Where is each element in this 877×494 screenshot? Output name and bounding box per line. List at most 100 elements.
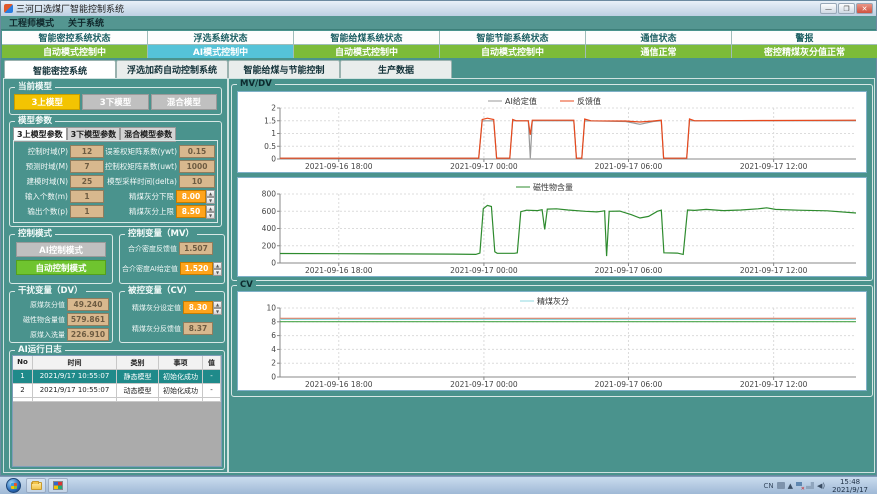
svg-text:2021-09-17 06:00: 2021-09-17 06:00 bbox=[595, 266, 663, 275]
window-title: 三河口选煤厂智能控制系统 bbox=[16, 2, 124, 15]
minimize-button[interactable]: — bbox=[820, 3, 837, 14]
close-button[interactable]: ✕ bbox=[856, 3, 873, 14]
param-P-field[interactable]: 12 bbox=[70, 145, 104, 158]
param-p-field[interactable]: 1 bbox=[70, 205, 104, 218]
menu-about-system[interactable]: 关于系统 bbox=[68, 16, 104, 29]
svg-text:2: 2 bbox=[271, 104, 276, 113]
action-center-flag-icon[interactable] bbox=[796, 482, 803, 490]
param-m-field[interactable]: 1 bbox=[70, 190, 104, 203]
log-row[interactable]: 12021/9/17 10:55:07 静态模型初始化成功 - bbox=[13, 370, 221, 384]
status-value: 自动模式控制中 bbox=[2, 45, 147, 58]
ash-setpoint-field[interactable]: 8.30 bbox=[183, 301, 213, 314]
svg-text:200: 200 bbox=[262, 241, 277, 250]
group-label: 控制模式 bbox=[15, 229, 55, 239]
svg-text:2021-09-17 00:00: 2021-09-17 00:00 bbox=[450, 380, 518, 389]
svg-text:0: 0 bbox=[271, 373, 276, 382]
app-squares-icon bbox=[53, 481, 63, 490]
svg-text:AI给定值: AI给定值 bbox=[505, 96, 537, 106]
svg-text:0: 0 bbox=[271, 259, 276, 268]
cv-row: 精煤灰分反馈值 8.37 bbox=[122, 322, 222, 335]
status-header: 智能密控系统状态 bbox=[2, 31, 147, 44]
svg-text:0: 0 bbox=[271, 155, 276, 164]
param-N-field[interactable]: 25 bbox=[70, 175, 104, 188]
log-header-row: No时间 类别事项 值 bbox=[13, 356, 221, 370]
svg-text:精煤灰分: 精煤灰分 bbox=[537, 296, 569, 306]
system-tray: CN ▲ ◀) 15:48 2021/9/17 bbox=[763, 478, 875, 494]
svg-text:0.5: 0.5 bbox=[264, 142, 276, 151]
svg-text:2021-09-17 00:00: 2021-09-17 00:00 bbox=[450, 162, 518, 171]
clock[interactable]: 15:48 2021/9/17 bbox=[828, 478, 872, 494]
taskbar: CN ▲ ◀) 15:48 2021/9/17 bbox=[0, 476, 877, 494]
density-ai-setpoint-stepper[interactable]: ▲▼ bbox=[213, 262, 222, 275]
auto-control-mode-button[interactable]: 自动控制模式 bbox=[16, 260, 106, 275]
group-label: CV bbox=[237, 280, 256, 290]
keyboard-icon[interactable] bbox=[777, 482, 785, 489]
group-label: 干扰变量（DV） bbox=[15, 286, 86, 296]
mv-row: 合介密度AI给定值 1.520 ▲▼ bbox=[122, 262, 222, 275]
param-delta-field[interactable]: 10 bbox=[179, 175, 215, 188]
model-3up-button[interactable]: 3上模型 bbox=[14, 94, 80, 110]
param-row: 输出个数(p) 1 精煤灰分上限 8.50 ▲▼ bbox=[16, 205, 215, 219]
status-value: 通信正常 bbox=[586, 45, 731, 58]
svg-text:400: 400 bbox=[262, 224, 277, 233]
model-3down-button[interactable]: 3下模型 bbox=[82, 94, 148, 110]
start-button[interactable] bbox=[6, 478, 21, 493]
svg-text:2021-09-16 18:00: 2021-09-16 18:00 bbox=[305, 162, 373, 171]
group-label: 被控变量（CV） bbox=[125, 286, 195, 296]
param-M-field[interactable]: 7 bbox=[70, 160, 104, 173]
svg-text:2021-09-17 12:00: 2021-09-17 12:00 bbox=[740, 380, 808, 389]
svg-text:8: 8 bbox=[271, 317, 276, 326]
status-header: 智能给煤系统状态 bbox=[294, 31, 439, 44]
density-ai-setpoint-field[interactable]: 1.520 bbox=[180, 262, 213, 275]
volume-icon[interactable]: ◀) bbox=[817, 482, 825, 490]
density-feedback-field: 1.507 bbox=[179, 242, 213, 255]
menu-engineer-mode[interactable]: 工程师模式 bbox=[9, 16, 54, 29]
group-label: MV/DV bbox=[237, 79, 275, 89]
ai-log-group: AI运行日志 No时间 类别事项 值 12021/9/17 10:55:07 静… bbox=[9, 350, 225, 470]
tray-expand-icon[interactable]: ▲ bbox=[788, 482, 793, 490]
group-label: 当前模型 bbox=[15, 82, 55, 92]
clock-time: 15:48 bbox=[832, 478, 868, 486]
language-indicator[interactable]: CN bbox=[763, 482, 773, 490]
svg-text:1.5: 1.5 bbox=[264, 116, 276, 125]
tab-flotation-dosing[interactable]: 浮选加药自动控制系统 bbox=[116, 60, 228, 78]
app-window: 三河口选煤厂智能控制系统 — ❐ ✕ 工程师模式 关于系统 智能密控系统状态 浮… bbox=[0, 0, 877, 476]
log-row[interactable]: 22021/9/17 10:55:07 动态模型初始化成功 - bbox=[13, 384, 221, 398]
network-icon[interactable] bbox=[806, 482, 814, 489]
svg-text:4: 4 bbox=[271, 345, 276, 354]
magnetic-content-chart: 02004006008002021-09-16 18:002021-09-17 … bbox=[237, 177, 867, 277]
ash-setpoint-stepper[interactable]: ▲▼ bbox=[213, 301, 222, 314]
param-ywt-field[interactable]: 0.15 bbox=[179, 145, 215, 158]
title-bar[interactable]: 三河口选煤厂智能控制系统 — ❐ ✕ bbox=[1, 1, 876, 16]
svg-text:2021-09-17 06:00: 2021-09-17 06:00 bbox=[595, 380, 663, 389]
tab-coal-feed-energy[interactable]: 智能给煤与节能控制 bbox=[228, 60, 340, 78]
tab-production-data[interactable]: 生产数据 bbox=[340, 60, 452, 78]
param-uwt-field[interactable]: 1000 bbox=[179, 160, 215, 173]
maximize-button[interactable]: ❐ bbox=[838, 3, 855, 14]
ash-lower-limit-stepper[interactable]: ▲▼ bbox=[206, 190, 215, 203]
dv-group: 干扰变量（DV） 原煤灰分值 49.240 磁性物含量值 579.861 原煤入… bbox=[9, 291, 113, 343]
mv-row: 合介密度反馈值 1.507 bbox=[122, 242, 222, 255]
svg-text:6: 6 bbox=[271, 331, 276, 340]
svg-text:600: 600 bbox=[262, 207, 277, 216]
current-model-group: 当前模型 3上模型 3下模型 混合模型 bbox=[9, 87, 222, 115]
explorer-taskbar-icon[interactable] bbox=[26, 478, 46, 493]
ai-control-mode-button[interactable]: AI控制模式 bbox=[16, 242, 106, 257]
ash-trend-chart: 02468102021-09-16 18:002021-09-17 00:002… bbox=[237, 291, 867, 391]
app-icon bbox=[4, 4, 13, 13]
model-mixed-button[interactable]: 混合模型 bbox=[151, 94, 217, 110]
dv-row: 原煤灰分值 49.240 bbox=[12, 298, 109, 311]
app-taskbar-icon[interactable] bbox=[48, 478, 68, 493]
ai-log-table[interactable]: No时间 类别事项 值 12021/9/17 10:55:07 静态模型初始化成… bbox=[12, 355, 222, 467]
dv-row: 原煤入洗量 226.910 bbox=[12, 328, 109, 341]
ash-upper-limit-field[interactable]: 8.50 bbox=[176, 205, 206, 218]
ash-lower-limit-field[interactable]: 8.00 bbox=[176, 190, 206, 203]
status-value: 自动模式控制中 bbox=[294, 45, 439, 58]
group-label: 模型参数 bbox=[15, 116, 55, 126]
tab-density-control[interactable]: 智能密控系统 bbox=[4, 60, 116, 79]
ash-upper-limit-stepper[interactable]: ▲▼ bbox=[206, 205, 215, 218]
dv-row: 磁性物含量值 579.861 bbox=[12, 313, 109, 326]
status-header: 警报 bbox=[732, 31, 877, 44]
cv-row: 精煤灰分设定值 8.30 ▲▼ bbox=[122, 301, 222, 314]
control-mode-group: 控制模式 AI控制模式 自动控制模式 bbox=[9, 234, 113, 284]
